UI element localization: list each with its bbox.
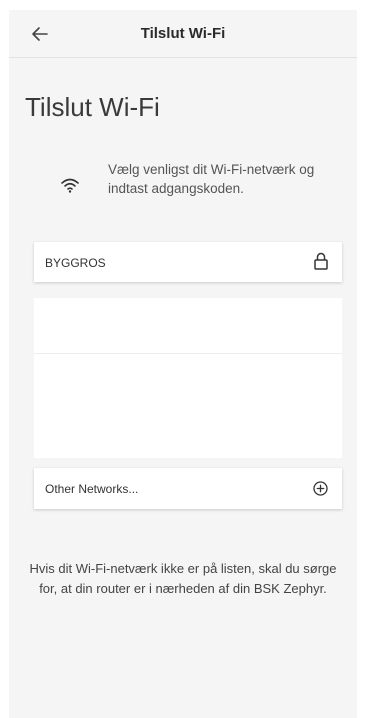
network-item-byggros[interactable]: BYGGROS xyxy=(34,242,342,282)
other-networks-label: Other Networks... xyxy=(45,482,139,496)
wifi-setup-screen: Tilslut Wi-Fi Tilslut Wi-Fi Vælg venligs… xyxy=(9,10,357,718)
network-list-placeholder xyxy=(34,298,342,458)
page-title: Tilslut Wi-Fi xyxy=(25,92,160,122)
footer-note: Hvis dit Wi-Fi-netværk ikke er på listen… xyxy=(29,561,337,596)
network-name: BYGGROS xyxy=(45,256,106,270)
intro-text: Vælg venligst dit Wi-Fi-netværk og indta… xyxy=(108,162,315,196)
lock-icon xyxy=(314,252,328,270)
list-divider xyxy=(34,353,342,354)
header-title: Tilslut Wi-Fi xyxy=(140,25,226,42)
other-networks-button[interactable]: Other Networks... xyxy=(34,468,342,509)
plus-circle-icon xyxy=(313,481,328,496)
wifi-icon xyxy=(60,177,80,193)
top-bar: Tilslut Wi-Fi xyxy=(9,10,357,58)
